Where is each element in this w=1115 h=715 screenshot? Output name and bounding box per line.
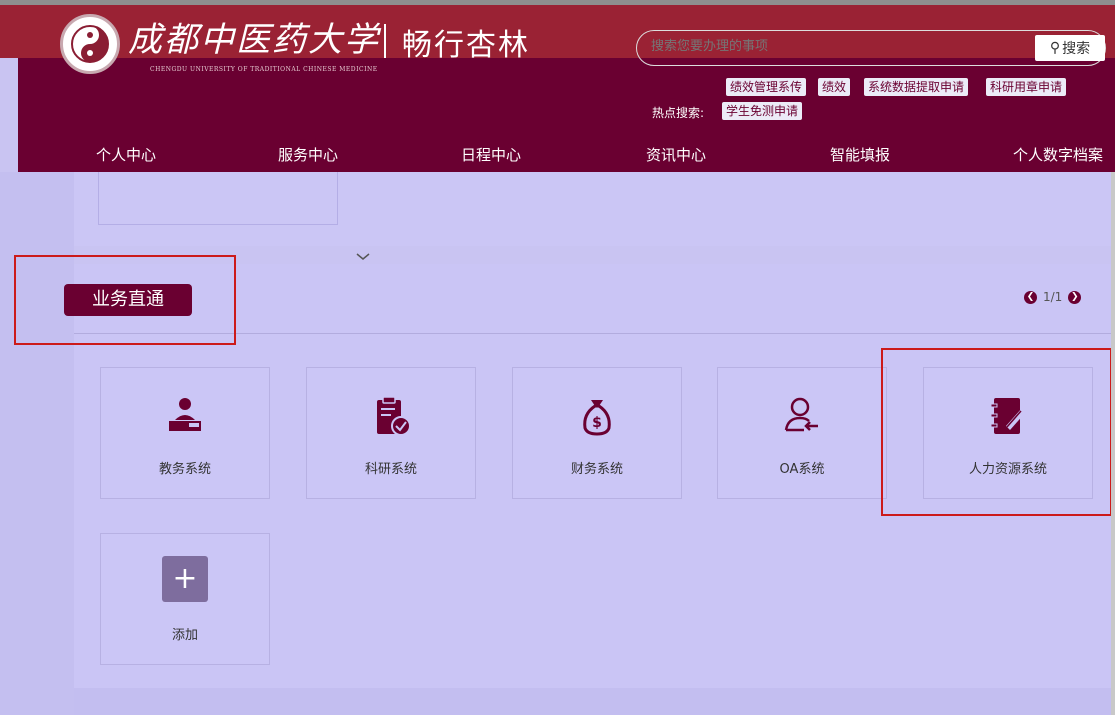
tile-label: 科研系统 — [364, 462, 417, 477]
pager: ❮ 1/1 ❯ — [1024, 290, 1082, 304]
tile-label: 财务系统 — [570, 462, 623, 477]
left-margin — [0, 172, 74, 715]
search-button-label: 搜索 — [1062, 41, 1091, 57]
nav-digital-archive[interactable]: 个人数字档案 — [1013, 144, 1103, 165]
taiji-icon — [71, 25, 109, 63]
search-input[interactable] — [649, 37, 1013, 54]
clipboard-check-icon — [377, 396, 411, 436]
user-arrow-icon — [784, 397, 818, 432]
window-top-edge — [0, 0, 1115, 5]
tile-research-system[interactable]: 科研系统 — [306, 367, 476, 499]
search-button[interactable]: ⚲ 搜索 — [1035, 35, 1105, 61]
hot-tag-seal-request[interactable]: 科研用章申请 — [986, 78, 1067, 96]
hot-search-label: 热点搜索: — [652, 106, 705, 120]
chevron-down-icon[interactable] — [356, 250, 370, 264]
header-main-bar — [18, 58, 1115, 172]
university-logo[interactable] — [60, 14, 120, 74]
hot-tag-student-exemption[interactable]: 学生免测申请 — [722, 102, 803, 120]
prev-page-icon[interactable]: ❮ — [1024, 290, 1037, 304]
next-page-icon[interactable]: ❯ — [1068, 290, 1082, 304]
panel-bottom — [74, 688, 1111, 715]
svg-text:$: $ — [592, 415, 602, 431]
hot-tag-performance-system[interactable]: 绩效管理系传 — [726, 78, 807, 96]
nav-news-center[interactable]: 资讯中心 — [646, 144, 706, 165]
nav-smart-fill[interactable]: 智能填报 — [830, 144, 890, 165]
add-icon: + — [162, 556, 208, 602]
nav-service-center[interactable]: 服务中心 — [278, 144, 338, 165]
university-english-name: CHENGDU UNIVERSITY OF TRADITIONAL CHINES… — [150, 66, 378, 73]
highlight-box-title — [14, 255, 236, 345]
tile-label: 教务系统 — [158, 462, 211, 477]
search-icon: ⚲ — [1049, 40, 1061, 56]
university-name: 成都中医药大学 — [128, 20, 380, 60]
right-edge — [1111, 172, 1115, 715]
tile-academic-system[interactable]: 教务系统 — [100, 367, 270, 499]
tile-add[interactable]: + 添加 — [100, 533, 270, 665]
hot-tag-data-request[interactable]: 系统数据提取申请 — [864, 78, 969, 96]
money-bag-icon: $ — [583, 400, 611, 436]
logo-divider — [384, 24, 386, 58]
previous-panel — [74, 172, 1111, 246]
portal-name: 畅行杏林 — [402, 28, 530, 63]
previous-panel-card — [98, 172, 338, 225]
highlight-box-hr — [881, 348, 1112, 516]
tile-finance-system[interactable]: $ 财务系统 — [512, 367, 682, 499]
tile-oa-system[interactable]: OA系统 — [717, 367, 887, 499]
hot-tag-performance[interactable]: 绩效 — [818, 78, 851, 96]
tile-label: 添加 — [171, 628, 198, 643]
teacher-icon — [169, 398, 201, 431]
nav-personal-center[interactable]: 个人中心 — [96, 144, 156, 165]
search-box[interactable]: ⚲ 搜索 — [636, 30, 1106, 66]
tile-label: OA系统 — [779, 462, 825, 477]
pager-text: 1/1 — [1043, 290, 1063, 304]
nav-schedule-center[interactable]: 日程中心 — [461, 144, 521, 165]
